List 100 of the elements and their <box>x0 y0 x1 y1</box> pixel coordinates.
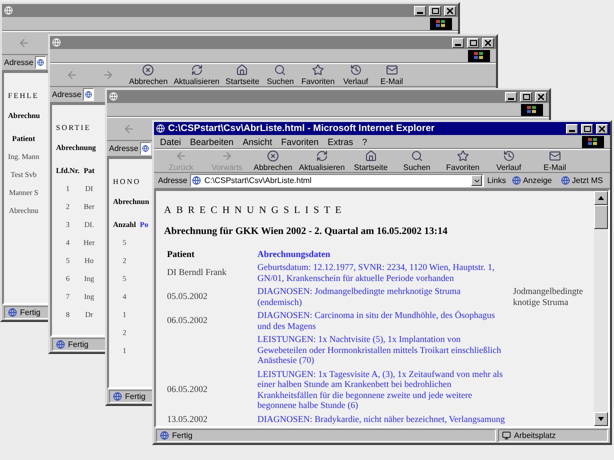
table-cell: DIAGNOSEN: Jodmangelbedingte mehrknotige Struma (endemisch) <box>257 286 461 306</box>
table-cell: 05.05.2002 <box>167 291 208 302</box>
table-cell: Jodmangelbedingte knotige Struma <box>513 286 583 306</box>
minimize-button[interactable] <box>414 6 426 16</box>
history-icon <box>502 150 515 162</box>
menu-item[interactable]: Bearbeiten <box>190 136 234 146</box>
toolbar-button[interactable]: Abbrechen <box>250 150 296 172</box>
refresh-icon <box>190 64 203 76</box>
toolbar-button[interactable]: Verlauf <box>338 64 374 86</box>
minimize-button[interactable] <box>505 92 517 102</box>
zone-text: Arbeitsplatz <box>514 431 556 440</box>
minimize-button[interactable] <box>452 38 464 48</box>
status-text: Fertig <box>20 308 40 317</box>
maximize-icon <box>522 94 530 100</box>
toolbar-button[interactable]: Verlauf <box>486 150 532 172</box>
close-button[interactable] <box>444 6 456 16</box>
address-label: Adresse <box>4 58 34 67</box>
back-arrow-icon <box>18 37 30 49</box>
page-icon <box>113 392 122 401</box>
maximize-button[interactable] <box>581 124 593 134</box>
address-label: Adresse <box>52 90 82 99</box>
toolbar-button[interactable]: Aktualisieren <box>170 64 223 86</box>
home-icon <box>236 64 248 76</box>
maximize-button[interactable] <box>429 6 441 16</box>
page-subtitle: Abrechnung für GKK Wien 2002 - 2. Quartal am 16.05.2002 13:14 <box>164 226 448 237</box>
toolbar-button[interactable]: Startseite <box>222 64 262 86</box>
table-cell: 13.05.2002 <box>167 414 208 424</box>
page-icon <box>512 176 521 185</box>
address-field[interactable] <box>83 88 94 101</box>
page-icon <box>37 59 44 66</box>
throbber-icon <box>582 136 604 148</box>
scrollbar[interactable] <box>594 191 608 426</box>
toolbar-button[interactable]: E-Mail <box>374 64 410 86</box>
back-arrow-icon <box>175 150 187 162</box>
browser-icon <box>4 6 13 15</box>
up-arrow-icon <box>598 196 604 200</box>
toolbar-button[interactable]: E-Mail <box>532 150 578 172</box>
mail-icon <box>386 64 398 76</box>
maximize-button[interactable] <box>467 38 479 48</box>
back-arrow-icon <box>123 123 135 135</box>
close-icon <box>485 40 491 46</box>
table-cell: LEISTUNGEN: 1x Nachtvisite (5), 1x Implantation von Gewebeteilen oder Hormonkristallen mittels Troikart einschließlich Anästhesie (70) <box>257 334 502 365</box>
table-cell: DIAGNOSEN: Carcinoma in situ der Mundhöhle, des Ösophagus und des Magens <box>257 310 495 330</box>
toolbar-button[interactable]: Abbrechen <box>126 64 171 86</box>
throbber-icon <box>521 104 543 116</box>
scroll-up-button[interactable] <box>594 191 608 205</box>
toolbar-button[interactable]: Favoriten <box>298 64 338 86</box>
mail-icon <box>548 150 561 162</box>
scroll-thumb[interactable] <box>594 205 608 229</box>
table-cell: DI Berndl Frank <box>167 267 226 278</box>
stop-icon <box>142 64 154 76</box>
link-button[interactable]: Anzeige <box>508 176 555 185</box>
window-title: C:\CSPstart\Csv\AbrListe.html - Microsoft Internet Explorer <box>168 123 436 134</box>
page-icon <box>160 431 169 440</box>
address-text: C:\CSPstart\Csv\AbrListe.html <box>204 176 312 185</box>
throbber-icon <box>430 18 452 30</box>
maximize-icon <box>432 8 438 14</box>
toolbar-button[interactable]: Favoriten <box>440 150 486 172</box>
search-icon <box>410 150 423 162</box>
menu-item[interactable]: Datei <box>160 136 182 146</box>
toolbar-button[interactable]: Suchen <box>262 64 298 86</box>
address-field[interactable] <box>140 142 152 155</box>
menu-item[interactable]: Favoriten <box>281 136 319 146</box>
toolbar-button[interactable]: Aktualisieren <box>296 150 348 172</box>
link-button[interactable]: Jetzt MS <box>558 176 606 185</box>
close-icon <box>447 8 453 14</box>
search-icon <box>274 64 286 76</box>
close-button[interactable] <box>482 38 494 48</box>
table-cell: Geburtsdatum: 12.12.1977, SVNR: 2234, 1120 Wien, Hauptstr. 1, GN/01, Krankenschein für aktuelle Periode vorhanden <box>257 262 495 282</box>
menu-item[interactable]: Ansicht <box>242 136 272 146</box>
address-field[interactable] <box>35 56 46 69</box>
address-field[interactable]: C:\CSPstart\Csv\AbrListe.html <box>190 174 484 187</box>
maximize-button[interactable] <box>520 92 532 102</box>
forward-arrow-icon <box>221 150 233 162</box>
home-icon <box>364 150 377 162</box>
status-text: Fertig <box>68 340 88 349</box>
down-arrow-icon <box>598 417 604 421</box>
minimize-button[interactable] <box>566 124 578 134</box>
star-icon <box>312 64 324 76</box>
page-icon <box>56 340 65 349</box>
page-heading: ABRECHNUNGSLISTE <box>164 205 346 216</box>
table-cell: DIAGNOSEN: Bradykardie, nicht näher bezeichnet, Verlangsamung <box>257 414 505 424</box>
toolbar-button[interactable]: Startseite <box>348 150 394 172</box>
close-icon <box>599 126 605 132</box>
links-label: Links <box>487 176 506 185</box>
scroll-down-button[interactable] <box>594 412 608 426</box>
table-cell: LEISTUNGEN: 1x Tagesvisite A, (3), 1x Zeitaufwand von mehr als einer halben Stunde am Krankenbett bei bedrohlichen Krankheitsfällen für die begonnene zweite und jede weitere begonnene halbe Stunde (6) <box>257 368 503 410</box>
toolbar-button[interactable]: Suchen <box>394 150 440 172</box>
page-icon <box>85 91 92 98</box>
back-arrow-icon <box>66 69 78 81</box>
address-label: Adresse <box>109 144 138 153</box>
status-text: Fertig <box>125 392 146 401</box>
close-button[interactable] <box>596 124 608 134</box>
close-button[interactable] <box>535 92 547 102</box>
page-icon <box>8 308 17 317</box>
dropdown-button[interactable] <box>471 175 482 186</box>
menu-item[interactable]: Extras <box>328 136 354 146</box>
maximize-icon <box>584 126 590 132</box>
computer-icon <box>502 431 511 440</box>
menu-item[interactable]: ? <box>362 136 368 146</box>
